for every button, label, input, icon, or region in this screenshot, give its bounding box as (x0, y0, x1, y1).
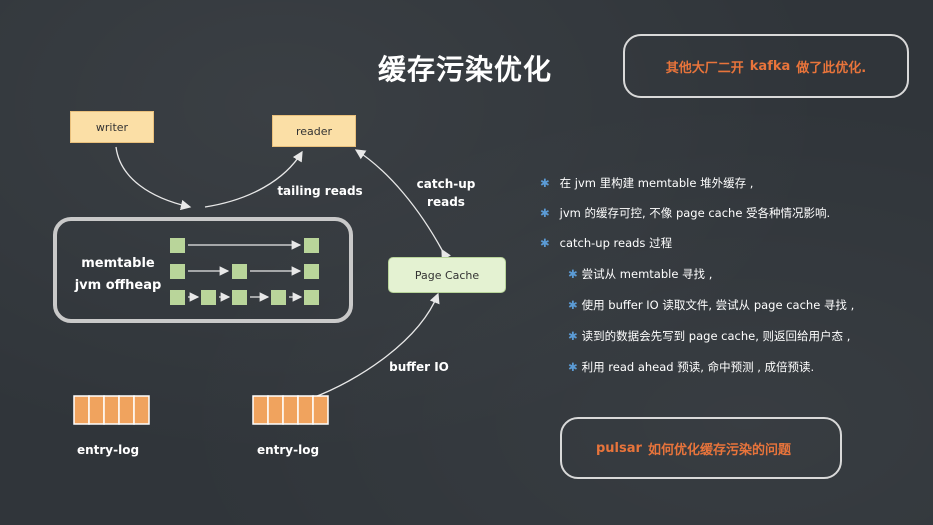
catch-up-label-line1: catch-up (416, 177, 476, 191)
bullet-text: 使用 buffer IO 读取文件, 尝试从 page cache 寻找 , (581, 298, 855, 312)
bullet-star-icon: ✱ (568, 329, 578, 343)
bullet-subitem: ✱ 使用 buffer IO 读取文件, 尝试从 page cache 寻找 , (568, 297, 854, 313)
memtable-label-line2: jvm offheap (74, 278, 162, 293)
buffer-io-label: buffer IO (389, 360, 449, 374)
reader-node: reader (272, 115, 356, 147)
catch-up-label-line2: reads (427, 195, 465, 209)
entry-log-cell (88, 395, 105, 425)
bullet-star-icon: ✱ (540, 176, 550, 190)
entry-log-cell (73, 395, 90, 425)
bullet-star-icon: ✱ (540, 206, 550, 220)
entry-log-cell (282, 395, 299, 425)
entry-log-cell (252, 395, 269, 425)
entry-log-left-label: entry-log (76, 443, 140, 457)
bullet-item: ✱ catch-up reads 过程 (540, 235, 672, 251)
edge-memtable-to-reader (204, 150, 303, 208)
bullet-subitem: ✱ 利用 read ahead 预读, 命中预测 , 成倍预读. (568, 359, 814, 375)
memtable-label-line1: memtable (81, 256, 155, 271)
tailing-reads-label: tailing reads (277, 184, 363, 198)
bullet-text: 利用 read ahead 预读, 命中预测 , 成倍预读. (581, 360, 815, 374)
bullet-star-icon: ✱ (540, 236, 550, 250)
bullet-subitem: ✱ 尝试从 memtable 寻找 , (568, 266, 712, 282)
entry-log-right-cells (252, 395, 329, 425)
entry-log-cell (118, 395, 135, 425)
bullet-star-icon: ✱ (568, 298, 578, 312)
bullet-text: jvm 的缓存可控, 不像 page cache 受各种情况影响. (559, 206, 831, 220)
bullet-text: 尝试从 memtable 寻找 , (581, 267, 713, 281)
bullet-subitem: ✱ 读到的数据会先写到 page cache, 则返回给用户态 , (568, 328, 850, 344)
entry-log-right-label: entry-log (256, 443, 320, 457)
entry-log-cell (103, 395, 120, 425)
edge-writer-to-memtable (115, 146, 192, 211)
writer-node: writer (70, 111, 154, 143)
bullet-star-icon: ✱ (568, 267, 578, 281)
bullet-text: 读到的数据会先写到 page cache, 则返回给用户态 , (581, 329, 851, 343)
entry-log-cell (267, 395, 284, 425)
memtable-label: memtable jvm offheap (64, 253, 172, 297)
entry-log-cell (312, 395, 329, 425)
entry-log-left-cells (73, 395, 150, 425)
bullet-text: catch-up reads 过程 (559, 236, 673, 250)
bullet-star-icon: ✱ (568, 360, 578, 374)
page-cache-node: Page Cache (388, 257, 506, 293)
entry-log-cell (133, 395, 150, 425)
entry-log-cell (297, 395, 314, 425)
bullet-item: ✱ 在 jvm 里构建 memtable 堆外缓存 , (540, 175, 753, 191)
bullet-text: 在 jvm 里构建 memtable 堆外缓存 , (559, 176, 754, 190)
catch-up-reads-label: catch-up reads (406, 175, 486, 211)
bullet-item: ✱ jvm 的缓存可控, 不像 page cache 受各种情况影响. (540, 205, 830, 221)
